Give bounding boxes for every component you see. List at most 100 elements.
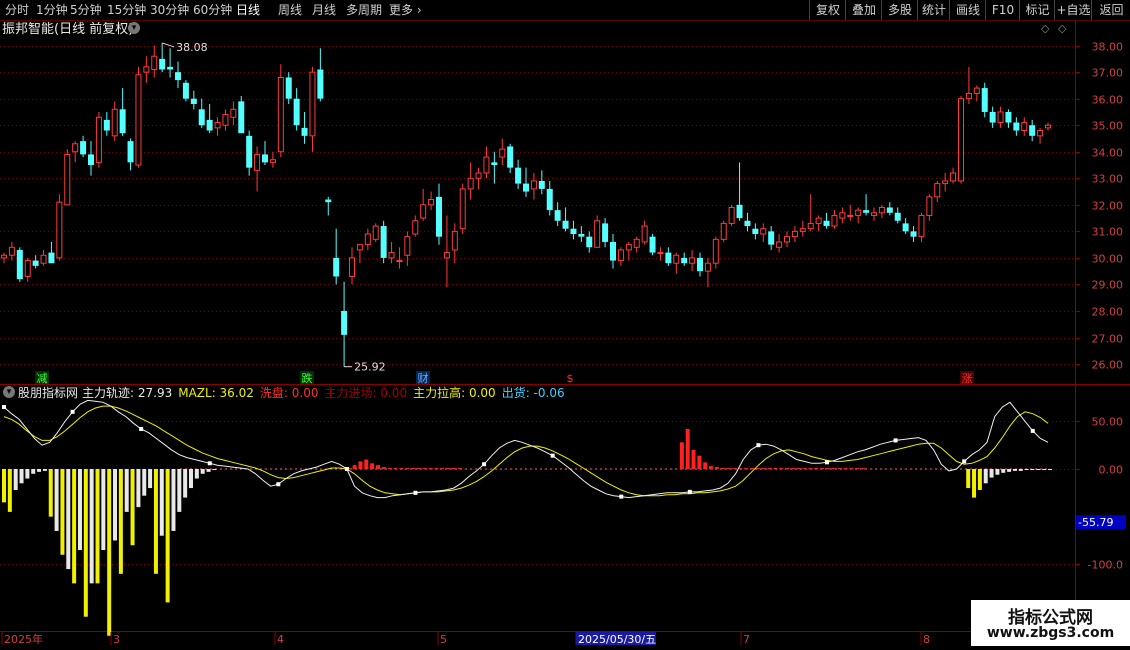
date-label: 8 xyxy=(923,633,930,646)
candle-body xyxy=(451,230,458,251)
distribution-bar xyxy=(1024,469,1029,470)
candle-body xyxy=(467,177,474,190)
distribution-bar xyxy=(177,469,182,512)
distribution-bar xyxy=(1012,469,1017,471)
candle-body xyxy=(839,212,846,219)
candle-body xyxy=(222,114,229,126)
watermark-url: www.zbgs3.com xyxy=(986,625,1115,641)
chevron-down-icon[interactable]: ▾ xyxy=(128,22,140,34)
shakeout-bar xyxy=(165,469,170,603)
shakeout-bar xyxy=(48,469,53,517)
price-tick-label: 30.00 xyxy=(1092,253,1124,266)
candle-body xyxy=(665,252,672,264)
candle-body xyxy=(530,180,537,190)
plus-icon[interactable]: ◇ xyxy=(1058,22,1066,36)
candle-body xyxy=(56,201,63,259)
chevron-down-icon[interactable]: ▾ xyxy=(3,386,15,398)
distribution-bar xyxy=(89,469,94,584)
price-tick-label: 28.00 xyxy=(1092,306,1124,319)
main-force-bar xyxy=(749,468,754,470)
distribution-bar xyxy=(66,469,71,570)
candle-body xyxy=(309,71,316,137)
trajectory-marker xyxy=(276,482,281,487)
distribution-bar xyxy=(171,469,176,531)
legend-item-4: 主力拉高: 0.00 xyxy=(413,386,496,400)
indicator-tick-label: 50.00 xyxy=(1092,416,1124,429)
candle-body xyxy=(989,111,996,123)
main-force-bar xyxy=(720,468,725,470)
shakeout-bar xyxy=(977,469,982,490)
candle-body xyxy=(578,234,585,237)
candle-body xyxy=(269,159,276,163)
main-force-bar xyxy=(375,465,380,469)
distribution-bar xyxy=(54,469,59,531)
main-force-bar xyxy=(814,468,819,470)
candle-body xyxy=(610,241,616,261)
main-force-bar xyxy=(779,468,784,470)
candle-body xyxy=(135,74,142,166)
candle-body xyxy=(649,236,656,253)
distribution-bar xyxy=(124,469,129,512)
trajectory-marker xyxy=(207,461,212,466)
date-label: 3 xyxy=(113,633,120,646)
candle-body xyxy=(515,167,522,184)
candle-body xyxy=(349,257,355,277)
price-tick-label: 37.00 xyxy=(1092,67,1124,80)
candle-body xyxy=(198,109,205,126)
shakeout-bar xyxy=(972,469,977,498)
diamond-icon[interactable]: ◇ xyxy=(1041,22,1049,36)
distribution-bar xyxy=(200,469,205,474)
date-label: 7 xyxy=(743,633,750,646)
candle-body xyxy=(214,122,221,129)
candle-body xyxy=(712,238,719,264)
candle-body xyxy=(886,207,893,213)
legend-label: 主力轨迹: xyxy=(82,386,135,400)
candle-body xyxy=(736,204,743,219)
cursor-date: 2025/05/30/五 xyxy=(578,633,656,646)
candle-body xyxy=(523,183,529,192)
candle-body xyxy=(997,111,1004,124)
event-marker: 跌 xyxy=(302,371,313,385)
candle-body xyxy=(48,252,55,264)
distribution-bar xyxy=(194,469,199,479)
stock-chart[interactable]: 38.00 37.00 36.00 35.00 34.00 33.00 32.00 31.00… xyxy=(0,0,1130,650)
distribution-bar xyxy=(983,469,988,484)
candle-body xyxy=(483,156,490,174)
candle-body xyxy=(507,146,514,168)
high-annotation: 38.08 xyxy=(176,41,208,54)
candle-body xyxy=(815,217,822,224)
main-force-bar xyxy=(387,468,392,470)
trajectory-marker xyxy=(619,494,624,499)
trajectory-marker xyxy=(1030,428,1035,433)
main-force-bar xyxy=(685,428,690,469)
candle-body xyxy=(602,223,609,242)
legend-item-0: 主力轨迹: 27.93 xyxy=(82,386,172,400)
candle-body xyxy=(277,76,284,153)
candle-body xyxy=(633,238,640,248)
trajectory-marker xyxy=(482,462,487,467)
candle-body xyxy=(1021,122,1028,132)
main-force-bar xyxy=(697,455,702,469)
legend-label: 洗盘: xyxy=(259,386,288,400)
distribution-bar xyxy=(31,469,36,474)
date-label: 4 xyxy=(277,633,284,646)
candle-body xyxy=(16,249,23,280)
main-force-bar xyxy=(820,468,825,470)
shakeout-bar xyxy=(118,469,123,574)
candle-body xyxy=(1045,124,1051,129)
shakeout-bar xyxy=(130,469,135,546)
legend-value: -0.06 xyxy=(529,386,565,400)
main-force-bar xyxy=(861,468,866,470)
legend-value: 27.93 xyxy=(134,386,173,400)
date-label: 2025年 xyxy=(4,632,43,646)
indicator-legend: 主力轨迹: 27.93 MAZL: 36.02 洗盘: 0.00 主力进场: 0.00… xyxy=(82,386,571,400)
candle-body xyxy=(950,172,957,182)
main-force-bar xyxy=(732,468,737,470)
indicator-tick-label: 0.00 xyxy=(1099,464,1124,477)
candle-body xyxy=(388,252,395,259)
shakeout-bar xyxy=(153,469,158,574)
legend-label: 主力进场: xyxy=(324,386,377,400)
candle-body xyxy=(475,172,482,179)
candle-body xyxy=(341,310,348,335)
distribution-bar xyxy=(77,469,82,550)
